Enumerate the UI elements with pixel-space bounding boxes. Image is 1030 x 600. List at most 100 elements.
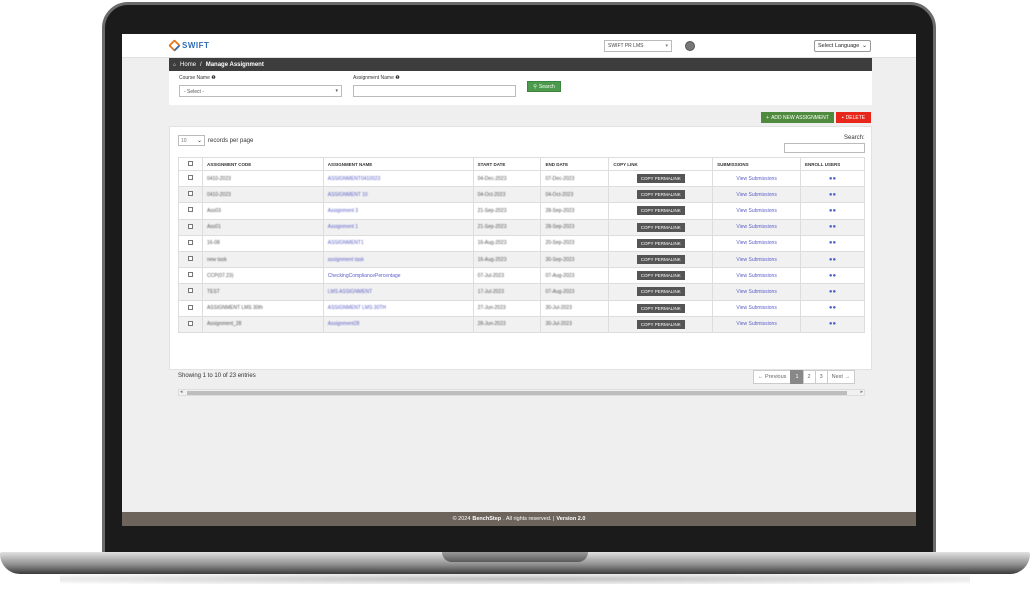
- view-submissions-link[interactable]: View Submissions: [736, 305, 776, 311]
- footer: © 2024 BenchStep . All rights reserved. …: [122, 512, 916, 526]
- start-date-cell: 04-Dec-2023: [472, 169, 542, 188]
- enroll-users-icon[interactable]: ●●: [829, 224, 836, 230]
- row-checkbox[interactable]: [187, 304, 193, 310]
- assignment-code-cell: new task: [201, 250, 324, 269]
- assignment-name-link[interactable]: Assignment 1: [328, 224, 358, 230]
- search-button[interactable]: ⚲ Search: [527, 81, 561, 92]
- view-submissions-link[interactable]: View Submissions: [736, 192, 776, 198]
- enroll-users-icon[interactable]: ●●: [829, 289, 836, 295]
- user-avatar[interactable]: [685, 41, 695, 51]
- view-submissions-link[interactable]: View Submissions: [736, 176, 776, 182]
- column-header[interactable]: END DATE: [540, 157, 610, 171]
- delete-button[interactable]: ▪ DELETE: [836, 112, 871, 123]
- assignment-name-link[interactable]: Assignment28: [328, 321, 360, 327]
- view-submissions-link[interactable]: View Submissions: [736, 224, 776, 230]
- page-size-select[interactable]: 10 ⌄: [178, 135, 205, 146]
- view-submissions-link[interactable]: View Submissions: [736, 273, 776, 279]
- end-date: 28-Sep-2023: [545, 224, 575, 231]
- copy-link-cell: COPY PERMALINK: [608, 299, 714, 317]
- course-name-select[interactable]: - Select - ▾: [179, 85, 342, 97]
- select-all-checkbox[interactable]: [187, 161, 193, 166]
- enroll-users-icon[interactable]: ●●: [829, 273, 836, 279]
- language-select[interactable]: Select Language ⌄: [814, 40, 871, 52]
- end-date-cell: 07-Dec-2023: [540, 169, 610, 188]
- assignment-name-link[interactable]: ASSIGNMENT LMS 30TH: [328, 305, 386, 311]
- row-checkbox[interactable]: [187, 239, 193, 245]
- view-submissions-link[interactable]: View Submissions: [736, 321, 776, 327]
- table-row: 0410-2023 ASSIGNMENT0410023 04-Dec-2023 07-…: [178, 169, 865, 188]
- enroll-users-icon[interactable]: ●●: [829, 240, 836, 246]
- table-search-label: Search:: [844, 135, 865, 141]
- add-assignment-button[interactable]: + ADD NEW ASSIGNMENT: [761, 112, 834, 123]
- copy-permalink-button[interactable]: COPY PERMALINK: [636, 190, 685, 200]
- end-date-cell: 30-Jul-2023: [540, 299, 610, 317]
- scroll-thumb[interactable]: [187, 391, 847, 395]
- assignment-name-link[interactable]: ASSIGNMENT0410023: [328, 176, 381, 182]
- row-checkbox[interactable]: [187, 223, 193, 229]
- enroll-users-icon[interactable]: ●●: [829, 257, 836, 263]
- assignment-code: 0410-2023: [206, 175, 231, 182]
- enroll-users-icon[interactable]: ●●: [829, 321, 836, 327]
- table-search-input[interactable]: [784, 143, 865, 153]
- table-body: 0410-2023 ASSIGNMENT0410023 04-Dec-2023 07-…: [178, 169, 865, 333]
- copy-permalink-button[interactable]: COPY PERMALINK: [636, 206, 685, 216]
- column-header[interactable]: COPY LINK: [608, 157, 714, 171]
- enroll-users-icon[interactable]: ●●: [829, 192, 836, 198]
- view-submissions-link[interactable]: View Submissions: [736, 208, 776, 214]
- copy-permalink-button[interactable]: COPY PERMALINK: [636, 319, 685, 329]
- start-date-cell: 21-Sep-2023: [472, 218, 542, 236]
- enroll-users-cell: ●●: [800, 202, 865, 220]
- enroll-users-icon[interactable]: ●●: [829, 208, 836, 214]
- assignment-name-link[interactable]: ASSIGNMENT1: [328, 240, 364, 246]
- assignment-name-input[interactable]: [353, 85, 516, 97]
- enroll-users-cell: ●●: [800, 250, 865, 269]
- view-submissions-link[interactable]: View Submissions: [736, 240, 776, 246]
- breadcrumb: ⌂ Home / Manage Assignment: [169, 58, 872, 71]
- copy-permalink-button[interactable]: COPY PERMALINK: [636, 174, 685, 184]
- start-date: 16-Aug-2023: [477, 256, 507, 263]
- copy-permalink-button[interactable]: COPY PERMALINK: [636, 303, 685, 313]
- row-checkbox[interactable]: [187, 272, 193, 278]
- assignment-name-link[interactable]: assignment task: [328, 257, 364, 263]
- scroll-right-icon[interactable]: ▸: [860, 389, 863, 395]
- enroll-users-icon[interactable]: ●●: [829, 305, 836, 311]
- breadcrumb-home[interactable]: Home: [180, 62, 196, 68]
- copy-permalink-button[interactable]: COPY PERMALINK: [636, 287, 685, 297]
- row-checkbox[interactable]: [187, 207, 193, 213]
- app-logo[interactable]: SWIFT: [168, 39, 209, 52]
- previous-page-button[interactable]: ← Previous: [753, 370, 792, 384]
- copy-permalink-button[interactable]: COPY PERMALINK: [636, 271, 685, 281]
- assignment-code: CCP(07.23): [206, 272, 234, 279]
- end-date-cell: 30-Jul-2023: [540, 315, 610, 333]
- assignment-name-cell: ASSIGNMENT 10: [322, 186, 474, 204]
- column-header[interactable]: SUBMISSIONS: [712, 157, 802, 171]
- copy-permalink-button[interactable]: COPY PERMALINK: [636, 222, 685, 232]
- row-checkbox[interactable]: [187, 256, 193, 262]
- assignment-name-link[interactable]: Assignment 3: [328, 208, 358, 214]
- scroll-left-icon[interactable]: ◂: [180, 389, 183, 395]
- next-page-button[interactable]: Next →: [826, 370, 855, 384]
- enroll-users-icon[interactable]: ●●: [829, 176, 836, 182]
- chevron-down-icon: ⌄: [861, 43, 867, 49]
- table-header-row: ASSIGNMENT CODE ASSIGNMENT NAME START DATE…: [178, 157, 865, 171]
- start-date-cell: 28-Jun-2023: [472, 315, 542, 333]
- row-checkbox[interactable]: [187, 288, 193, 294]
- assignment-name-cell: ASSIGNMENT LMS 30TH: [322, 299, 474, 317]
- view-submissions-link[interactable]: View Submissions: [736, 257, 776, 263]
- assignment-name-link[interactable]: CheckingCompliancePercentage: [328, 273, 401, 279]
- assignment-name-link[interactable]: ASSIGNMENT 10: [328, 192, 368, 198]
- column-header[interactable]: ASSIGNMENT NAME: [322, 157, 474, 171]
- view-submissions-link[interactable]: View Submissions: [736, 289, 776, 295]
- assignment-name-link[interactable]: LMS ASSIGNMENT: [328, 289, 372, 295]
- column-header[interactable]: START DATE: [472, 157, 542, 171]
- org-select[interactable]: SWIFT PR LMS ▾: [604, 40, 672, 52]
- top-bar: SWIFT SWIFT PR LMS ▾ Select Language ⌄: [122, 34, 916, 58]
- column-header[interactable]: ASSIGNMENT CODE: [201, 157, 324, 171]
- copy-permalink-button[interactable]: COPY PERMALINK: [636, 238, 685, 248]
- row-checkbox[interactable]: [187, 191, 193, 197]
- row-checkbox[interactable]: [187, 320, 193, 326]
- copy-permalink-button[interactable]: COPY PERMALINK: [636, 255, 685, 265]
- horizontal-scrollbar[interactable]: ◂ ▸: [178, 389, 865, 396]
- row-checkbox[interactable]: [187, 175, 193, 181]
- column-header[interactable]: ENROLL USERS: [800, 157, 865, 171]
